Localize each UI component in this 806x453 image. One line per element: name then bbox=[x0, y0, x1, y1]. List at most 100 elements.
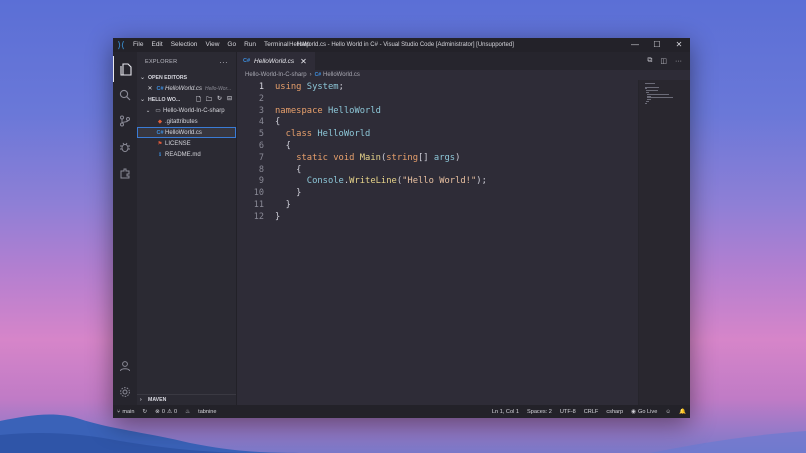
error-icon: ⊗ bbox=[155, 408, 160, 415]
minimap-line bbox=[645, 102, 647, 104]
status-bar: ⑂ main ↻ ⊗ 0 ⚠ 0 ♨ tabnine Ln 1, Col 1 S… bbox=[113, 405, 690, 418]
maven-section[interactable]: › MAVEN bbox=[137, 394, 236, 405]
line-number: 12 bbox=[253, 211, 264, 222]
menu-terminal[interactable]: Terminal bbox=[260, 38, 293, 52]
line-number: 11 bbox=[253, 199, 264, 210]
folder-icon: ▭ bbox=[155, 107, 161, 114]
explorer-header: EXPLORER ··· bbox=[137, 52, 236, 72]
code-line[interactable]: namespace HelloWorld bbox=[275, 106, 638, 118]
code-line[interactable]: { bbox=[275, 141, 638, 153]
code-line[interactable]: } bbox=[275, 212, 638, 224]
workspace-label: HELLO WO... bbox=[148, 96, 181, 103]
explorer-sidebar: EXPLORER ··· ⌄ OPEN EDITORS ✕ C# HelloWo… bbox=[137, 52, 237, 405]
cursor-position[interactable]: Ln 1, Col 1 bbox=[488, 409, 523, 415]
run-debug-icon[interactable] bbox=[113, 134, 137, 160]
line-numbers: 1 2 3 4 5 6 7 8 9 10 11 12 bbox=[237, 80, 267, 405]
workspace-section[interactable]: ⌄ HELLO WO... 🗋 🗀 ↻ ⊟ bbox=[137, 94, 236, 105]
extensions-icon[interactable] bbox=[113, 160, 137, 186]
line-number: 5 bbox=[258, 129, 264, 140]
csharp-file-icon: C# bbox=[243, 58, 251, 64]
menu-selection[interactable]: Selection bbox=[167, 38, 202, 52]
tabnine-status[interactable]: ♨ bbox=[181, 409, 194, 415]
code-line[interactable] bbox=[275, 94, 638, 106]
maximize-button[interactable]: ☐ bbox=[646, 38, 668, 52]
branch-status[interactable]: ⑂ main bbox=[113, 409, 138, 415]
tab-helloworld[interactable]: C# HelloWorld.cs ✕ bbox=[237, 52, 315, 70]
line-number: 10 bbox=[253, 188, 264, 199]
vscode-logo-icon: ⟩⟨ bbox=[117, 39, 125, 50]
file-name: LICENSE bbox=[165, 140, 191, 147]
notifications-bell-icon[interactable]: 🔔 bbox=[675, 409, 690, 415]
breadcrumb-file[interactable]: HelloWorld.cs bbox=[323, 72, 360, 78]
go-live-button[interactable]: ◉ Go Live bbox=[627, 409, 661, 415]
flame-icon: ♨ bbox=[185, 408, 191, 415]
close-button[interactable]: ✕ bbox=[668, 38, 690, 52]
title-bar: ⟩⟨ File Edit Selection View Go Run Termi… bbox=[113, 38, 690, 52]
code-line[interactable]: { bbox=[275, 117, 638, 129]
code-content[interactable]: using System; namespace HelloWorld{ clas… bbox=[267, 80, 638, 405]
explorer-icon[interactable] bbox=[113, 56, 137, 82]
account-icon[interactable] bbox=[113, 353, 137, 379]
file-item-readme[interactable]: ℹ README.md bbox=[137, 149, 236, 160]
editor-group: C# HelloWorld.cs ✕ ⧉ ◫ ··· Hello-World-I… bbox=[237, 52, 690, 405]
broadcast-icon: ◉ bbox=[631, 408, 637, 415]
refresh-icon[interactable]: ↻ bbox=[217, 95, 222, 105]
minimap-line bbox=[645, 83, 655, 84]
chevron-right-icon: › bbox=[140, 397, 142, 403]
menu-edit[interactable]: Edit bbox=[147, 38, 166, 52]
code-line[interactable]: using System; bbox=[275, 82, 638, 94]
more-actions-icon[interactable]: ··· bbox=[219, 58, 228, 67]
code-line[interactable]: class HelloWorld bbox=[275, 129, 638, 141]
more-actions-icon[interactable]: ··· bbox=[675, 58, 682, 65]
code-line[interactable]: Console.WriteLine("Hello World!"); bbox=[275, 176, 638, 188]
file-item-gitattributes[interactable]: ◆ .gitattributes bbox=[137, 116, 236, 127]
file-item-license[interactable]: ⚑ LICENSE bbox=[137, 138, 236, 149]
new-folder-icon[interactable]: 🗀 bbox=[206, 95, 212, 105]
search-icon[interactable] bbox=[113, 82, 137, 108]
encoding[interactable]: UTF-8 bbox=[556, 409, 580, 415]
close-icon[interactable]: ✕ bbox=[145, 85, 155, 92]
sync-status[interactable]: ↻ bbox=[138, 409, 151, 415]
csharp-file-icon: C# bbox=[314, 72, 321, 78]
menu-run[interactable]: Run bbox=[240, 38, 260, 52]
problems-status[interactable]: ⊗ 0 ⚠ 0 bbox=[151, 409, 181, 415]
git-branch-icon: ⑂ bbox=[117, 408, 121, 415]
code-line[interactable]: static void Main(string[] args) bbox=[275, 153, 638, 165]
indentation[interactable]: Spaces: 2 bbox=[523, 409, 556, 415]
open-editors-section[interactable]: ⌄ OPEN EDITORS bbox=[137, 72, 236, 83]
code-editor[interactable]: 1 2 3 4 5 6 7 8 9 10 11 12 using System;… bbox=[237, 80, 690, 405]
menu-view[interactable]: View bbox=[201, 38, 223, 52]
git-file-icon: ◆ bbox=[157, 118, 163, 125]
breadcrumb-folder[interactable]: Hello-World-In-C-sharp bbox=[245, 72, 307, 78]
line-ending[interactable]: CRLF bbox=[580, 409, 603, 415]
activity-bar bbox=[113, 52, 137, 405]
settings-gear-icon[interactable] bbox=[113, 379, 137, 405]
file-item-helloworld[interactable]: C# HelloWorld.cs bbox=[137, 127, 236, 138]
warning-count: 0 bbox=[174, 408, 178, 415]
open-editor-item[interactable]: ✕ C# HelloWorld.cs Hello-Wor... bbox=[137, 83, 236, 94]
minimize-button[interactable]: — bbox=[624, 38, 646, 52]
menu-help[interactable]: Help bbox=[293, 38, 314, 52]
minimap-line bbox=[645, 86, 659, 88]
menu-go[interactable]: Go bbox=[223, 38, 240, 52]
split-editor-icon[interactable]: ◫ bbox=[660, 57, 667, 65]
close-icon[interactable]: ✕ bbox=[300, 57, 307, 66]
folder-item[interactable]: ⌄ ▭ Hello-World-In-C-sharp bbox=[137, 105, 236, 116]
collapse-all-icon[interactable]: ⊟ bbox=[227, 95, 232, 105]
code-line[interactable]: } bbox=[275, 200, 638, 212]
tabnine-label-item[interactable]: tabnine bbox=[194, 409, 220, 415]
language-mode[interactable]: csharp bbox=[602, 409, 627, 415]
source-control-icon[interactable] bbox=[113, 108, 137, 134]
menu-file[interactable]: File bbox=[129, 38, 147, 52]
minimap[interactable] bbox=[638, 80, 690, 405]
line-number: 9 bbox=[258, 176, 264, 187]
new-file-icon[interactable]: 🗋 bbox=[196, 95, 201, 105]
code-line[interactable]: } bbox=[275, 188, 638, 200]
feedback-icon[interactable]: ☺ bbox=[661, 409, 675, 415]
open-changes-icon[interactable]: ⧉ bbox=[647, 57, 652, 65]
open-editors-label: OPEN EDITORS bbox=[148, 74, 188, 81]
code-line[interactable]: { bbox=[275, 165, 638, 177]
open-editor-name: HelloWorld.cs bbox=[165, 85, 203, 92]
warning-icon: ⚠ bbox=[166, 408, 172, 415]
line-number: 8 bbox=[258, 164, 264, 175]
